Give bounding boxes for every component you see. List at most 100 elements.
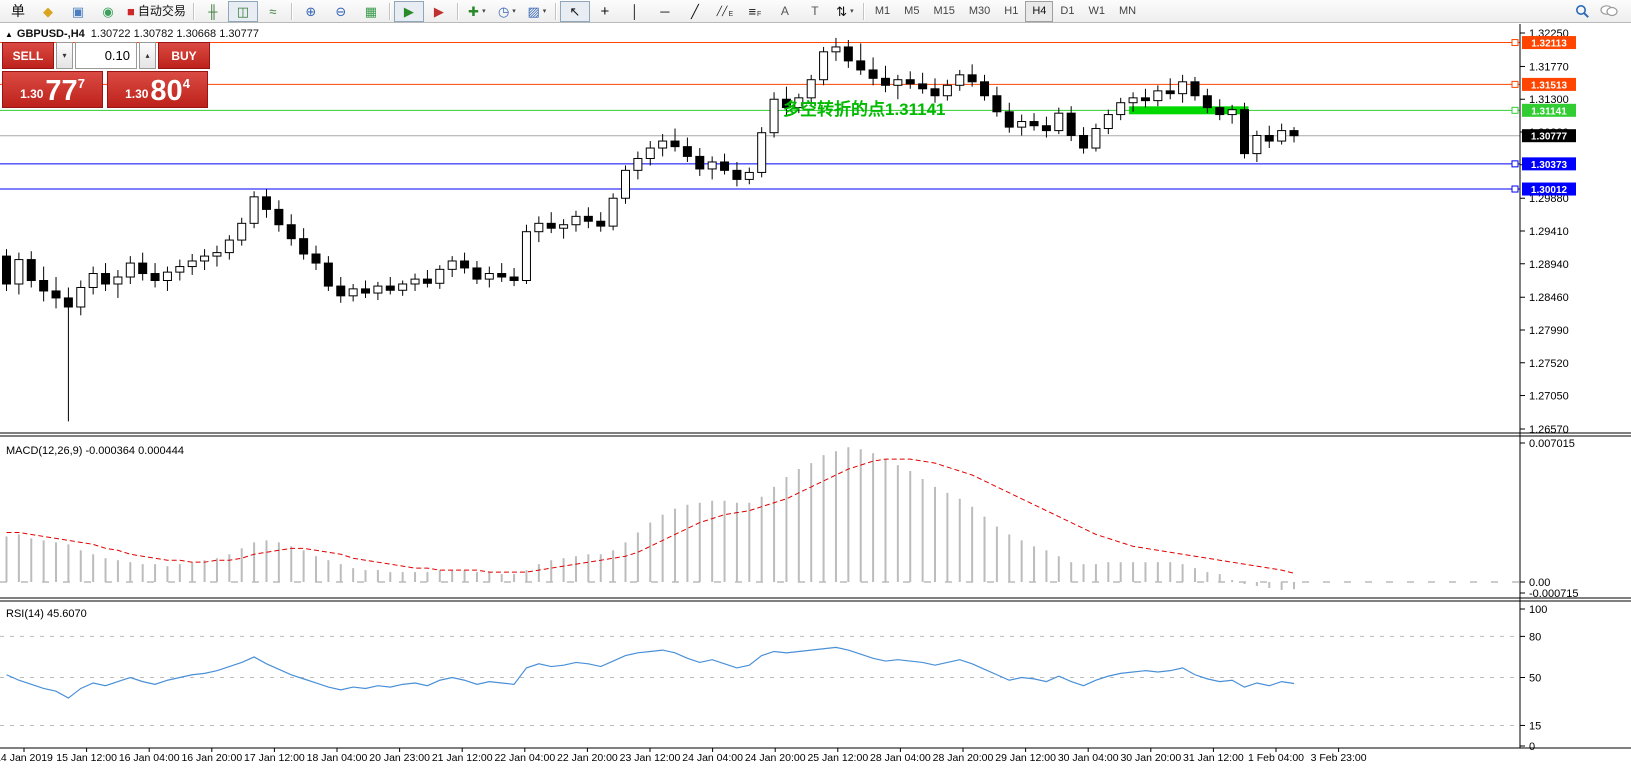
candle-body bbox=[1278, 131, 1286, 141]
text-button[interactable]: A bbox=[770, 1, 800, 22]
candle-body bbox=[225, 240, 233, 253]
sell-button[interactable]: SELL bbox=[2, 42, 54, 69]
candle-body bbox=[832, 47, 840, 52]
horizontal-line-button[interactable]: ─ bbox=[650, 1, 680, 22]
cursor-button[interactable]: ↖ bbox=[560, 1, 590, 22]
buy-price-box[interactable]: 1.30804 bbox=[107, 71, 208, 108]
candle-body bbox=[733, 170, 741, 179]
macd-label: MACD(12,26,9) -0.000364 0.000444 bbox=[6, 445, 184, 457]
trendline-button[interactable]: ╱ bbox=[680, 1, 710, 22]
candle-body bbox=[609, 198, 617, 226]
candle-body bbox=[696, 156, 704, 169]
candle-body bbox=[176, 267, 184, 273]
line-chart-button[interactable]: ≈ bbox=[258, 1, 288, 22]
templates-dropdown[interactable]: ▨▾ bbox=[522, 1, 552, 22]
timeframe-d1[interactable]: D1 bbox=[1053, 1, 1081, 22]
timeframe-mn[interactable]: MN bbox=[1112, 1, 1143, 22]
ohlc-values: 1.30722 1.30782 1.30668 1.30777 bbox=[91, 28, 259, 40]
time-tick-label: 22 Jan 20:00 bbox=[557, 752, 618, 764]
rsi-axis-label: 80 bbox=[1529, 631, 1541, 643]
candle-body bbox=[968, 75, 976, 82]
candle-body bbox=[1030, 122, 1038, 126]
fibonacci-button[interactable]: ≡F bbox=[740, 1, 770, 22]
candle-body bbox=[473, 268, 481, 279]
timeframe-m5[interactable]: M5 bbox=[897, 1, 926, 22]
line-anchor-square[interactable] bbox=[1512, 186, 1518, 192]
time-tick-label: 24 Jan 04:00 bbox=[682, 752, 743, 764]
symbol-period-label: GBPUSD-,H4 bbox=[17, 28, 85, 40]
price-tick-label: 1.28940 bbox=[1529, 259, 1569, 271]
candle-body bbox=[1092, 129, 1100, 149]
new-chart-dropdown[interactable]: ✚▾ bbox=[462, 1, 492, 22]
time-tick-label: 1 Feb 04:00 bbox=[1248, 752, 1304, 764]
candle-body bbox=[820, 52, 828, 80]
time-tick-label: 25 Jan 12:00 bbox=[807, 752, 868, 764]
timeframe-m30[interactable]: M30 bbox=[962, 1, 997, 22]
new-order-button[interactable]: 单 bbox=[3, 1, 33, 22]
vertical-line-button[interactable]: │ bbox=[620, 1, 650, 22]
sell-price-box[interactable]: 1.30777 bbox=[2, 71, 103, 108]
timeframe-h1[interactable]: H1 bbox=[997, 1, 1025, 22]
volume-down-button[interactable]: ▾ bbox=[56, 42, 73, 69]
zoom-out-button[interactable]: ⊖ bbox=[326, 1, 356, 22]
line-anchor-square[interactable] bbox=[1512, 107, 1518, 113]
toolbar-separator bbox=[389, 3, 391, 20]
candle-body bbox=[102, 274, 110, 284]
candle-body bbox=[770, 99, 778, 132]
candle-body bbox=[1141, 98, 1149, 101]
profile-icon[interactable]: ▣ bbox=[63, 1, 93, 22]
candle-body bbox=[584, 216, 592, 221]
time-tick-label: 15 Jan 12:00 bbox=[56, 752, 117, 764]
line-anchor-square[interactable] bbox=[1512, 40, 1518, 46]
time-tick-label: 30 Jan 20:00 bbox=[1120, 752, 1181, 764]
tile-windows-button[interactable]: ▦ bbox=[356, 1, 386, 22]
candle-body bbox=[906, 80, 914, 84]
timeframe-h4[interactable]: H4 bbox=[1025, 1, 1053, 22]
arrows-dropdown[interactable]: ⇅▾ bbox=[830, 1, 860, 22]
volume-input[interactable] bbox=[75, 42, 137, 69]
rsi-label: RSI(14) 45.6070 bbox=[6, 608, 87, 620]
candle-body bbox=[981, 82, 989, 96]
search-icon[interactable] bbox=[1575, 4, 1590, 19]
candlestick-button[interactable]: ◫ bbox=[228, 1, 258, 22]
candle-body bbox=[758, 133, 766, 173]
profiles-dropdown[interactable]: ◷▾ bbox=[492, 1, 522, 22]
chart-annotation[interactable]: 多空转折的点1.31141 bbox=[783, 99, 946, 119]
candle-body bbox=[522, 232, 530, 281]
candle-body bbox=[448, 261, 456, 269]
volume-up-button[interactable]: ▴ bbox=[139, 42, 156, 69]
crosshair-button[interactable]: + bbox=[590, 1, 620, 22]
time-tick-label: 20 Jan 23:00 bbox=[369, 752, 430, 764]
candle-body bbox=[337, 286, 345, 296]
time-tick-label: 28 Jan 04:00 bbox=[870, 752, 931, 764]
charts-icon[interactable]: ◆ bbox=[33, 1, 63, 22]
autotrading-button[interactable]: ■自动交易 bbox=[123, 1, 190, 22]
auto-scroll-button[interactable]: ▶ bbox=[394, 1, 424, 22]
chart-canvas[interactable]: 多空转折的点1.311411.322501.317701.313001.3083… bbox=[0, 24, 1631, 764]
candle-body bbox=[436, 269, 444, 283]
candle-body bbox=[1154, 91, 1162, 101]
candle-body bbox=[622, 170, 630, 198]
timeframe-m1[interactable]: M1 bbox=[868, 1, 897, 22]
line-anchor-square[interactable] bbox=[1512, 161, 1518, 167]
chart-shift-button[interactable]: ▶ bbox=[424, 1, 454, 22]
line-anchor-square[interactable] bbox=[1512, 81, 1518, 87]
signals-icon[interactable]: ◉ bbox=[93, 1, 123, 22]
chat-icon[interactable] bbox=[1600, 4, 1618, 18]
bar-chart-button[interactable]: ╫ bbox=[198, 1, 228, 22]
candle-body bbox=[1080, 135, 1088, 148]
collapse-arrow-icon[interactable]: ▲ bbox=[5, 30, 13, 39]
time-tick-label: 14 Jan 2019 bbox=[0, 752, 53, 764]
candle-body bbox=[708, 162, 716, 169]
candle-body bbox=[894, 80, 902, 86]
timeframe-m15[interactable]: M15 bbox=[926, 1, 961, 22]
candle-body bbox=[1042, 126, 1050, 131]
label-button[interactable]: T bbox=[800, 1, 830, 22]
buy-button[interactable]: BUY bbox=[158, 42, 210, 69]
channel-button[interactable]: ╱╱E bbox=[710, 1, 740, 22]
candle-body bbox=[721, 162, 729, 170]
zoom-in-button[interactable]: ⊕ bbox=[296, 1, 326, 22]
candle-body bbox=[3, 256, 11, 284]
timeframe-w1[interactable]: W1 bbox=[1081, 1, 1112, 22]
price-tick-label: 1.28460 bbox=[1529, 292, 1569, 304]
